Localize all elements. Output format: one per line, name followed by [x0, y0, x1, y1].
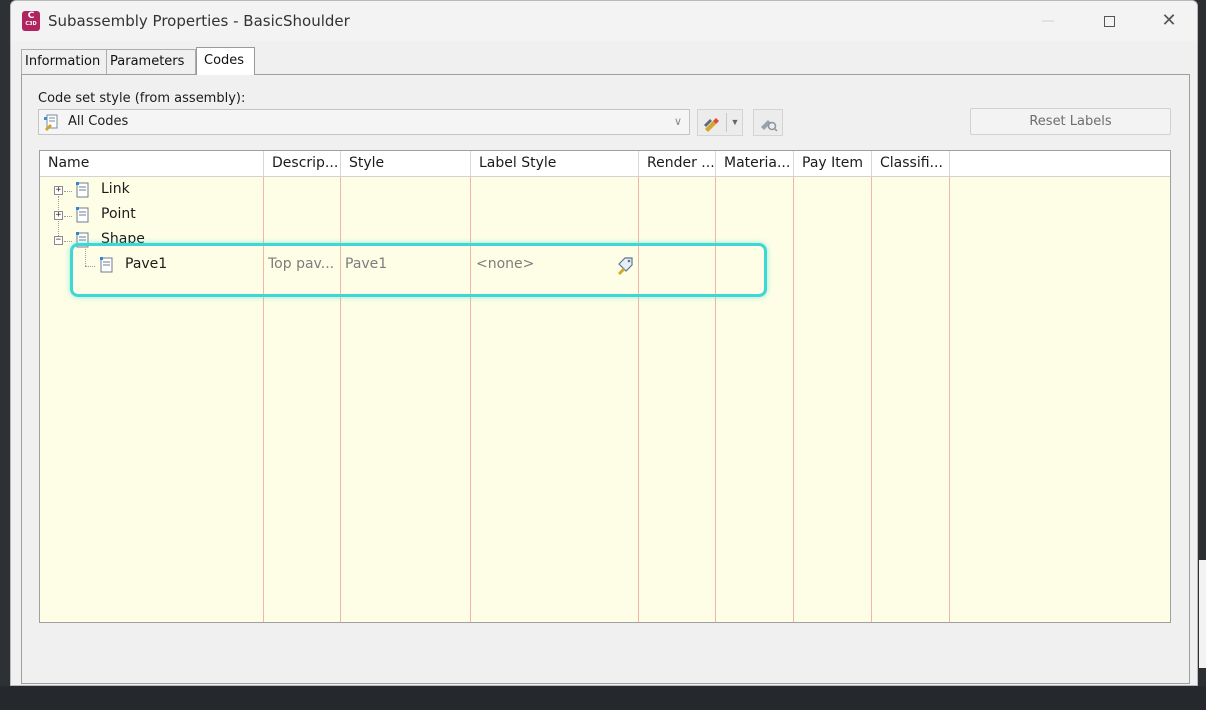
expand-icon[interactable]: +: [54, 186, 63, 195]
app-icon-sub: C3D: [25, 21, 37, 27]
tab-codes[interactable]: Codes: [196, 47, 255, 75]
column-header-name[interactable]: Name: [40, 151, 264, 176]
tab-information[interactable]: Information: [21, 49, 107, 74]
dropdown-arrow-icon[interactable]: ▼: [728, 113, 742, 132]
column-header-material-area-fill[interactable]: Materia...: [716, 151, 794, 176]
close-icon: ✕: [1161, 10, 1177, 31]
column-header-description[interactable]: Descrip...: [264, 151, 341, 176]
collapse-icon[interactable]: −: [54, 236, 63, 245]
code-node-icon: [100, 257, 113, 273]
code-set-style-icon: [44, 114, 58, 131]
tree-connector: [64, 216, 72, 217]
tree-node-shape[interactable]: − Shape: [40, 228, 264, 253]
column-divider: [793, 177, 794, 622]
button-separator: [726, 113, 727, 132]
background-taskbar: [0, 686, 1206, 710]
subassembly-properties-window: C C3D Subassembly Properties - BasicShou…: [10, 0, 1198, 686]
expand-icon[interactable]: +: [54, 211, 63, 220]
cell-style[interactable]: Pave1: [345, 256, 387, 272]
column-divider: [949, 177, 950, 622]
civil3d-app-icon: C C3D: [22, 11, 40, 31]
edit-code-set-style-button[interactable]: ▼: [697, 109, 743, 136]
window-title: Subassembly Properties - BasicShoulder: [48, 12, 350, 30]
code-set-style-label: Code set style (from assembly):: [38, 91, 246, 106]
tree-node-label: Link: [101, 181, 130, 197]
cell-label-style[interactable]: <none>: [476, 256, 534, 272]
tree-node-point[interactable]: + Point: [40, 203, 264, 228]
minimize-button[interactable]: —: [1025, 1, 1071, 41]
close-button[interactable]: ✕: [1146, 1, 1192, 41]
tab-parameters[interactable]: Parameters: [106, 49, 196, 74]
reset-labels-button[interactable]: Reset Labels: [970, 108, 1171, 135]
grid-header: Name Descrip... Style Label Style Render…: [40, 151, 1170, 177]
cell-description[interactable]: Top pav...: [268, 256, 338, 272]
maximize-icon: [1103, 16, 1115, 27]
background-desktop-left: [0, 0, 10, 710]
preview-style-button[interactable]: [753, 109, 783, 136]
codes-grid: Name Descrip... Style Label Style Render…: [39, 150, 1171, 623]
code-node-icon: [76, 182, 89, 198]
tree-node-link[interactable]: + Link: [40, 178, 264, 203]
tree-connector: [64, 241, 72, 242]
column-divider: [340, 177, 341, 622]
code-set-style-dropdown[interactable]: All Codes ∨: [38, 109, 690, 135]
app-icon-letter: C: [27, 11, 35, 21]
table-row-pave1[interactable]: Pave1 Top pav... Pave1 <none>: [40, 253, 950, 278]
tree-node-label: Point: [101, 206, 136, 222]
column-header-label-style[interactable]: Label Style: [471, 151, 639, 176]
code-node-icon: [76, 232, 89, 248]
edit-style-icon: [704, 118, 719, 132]
column-divider: [470, 177, 471, 622]
title-bar[interactable]: C C3D Subassembly Properties - BasicShou…: [11, 1, 1197, 41]
tree-node-label: Shape: [101, 231, 145, 247]
preview-style-icon: [761, 120, 778, 132]
column-divider: [638, 177, 639, 622]
column-header-classification[interactable]: Classifi...: [872, 151, 950, 176]
code-set-style-value: All Codes: [68, 114, 129, 129]
column-divider: [871, 177, 872, 622]
maximize-button[interactable]: [1086, 1, 1132, 41]
label-style-picker-icon[interactable]: [616, 256, 635, 275]
column-divider: [715, 177, 716, 622]
background-window-edge: [1199, 560, 1206, 668]
chevron-down-icon[interactable]: ∨: [667, 110, 689, 134]
column-header-pay-item[interactable]: Pay Item: [794, 151, 872, 176]
code-node-icon: [76, 207, 89, 223]
tree-connector: [64, 191, 72, 192]
column-header-style[interactable]: Style: [341, 151, 471, 176]
child-node-label: Pave1: [125, 256, 168, 272]
column-header-render-material[interactable]: Render ...: [639, 151, 716, 176]
